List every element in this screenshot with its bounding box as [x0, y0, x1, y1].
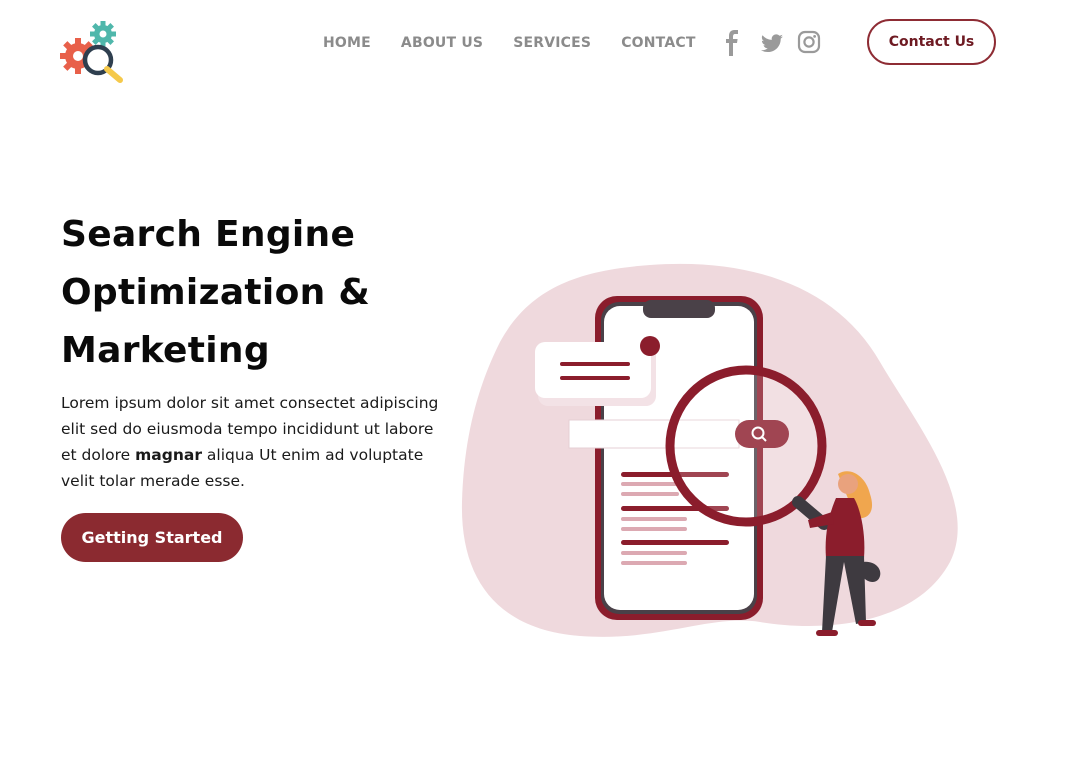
message-card — [535, 342, 651, 398]
social-links — [721, 30, 821, 56]
hero-description: Lorem ipsum dolor sit amet consectet adi… — [61, 390, 446, 494]
nav-services[interactable]: SERVICES — [513, 35, 591, 51]
facebook-icon[interactable] — [721, 30, 745, 56]
nav-about-us[interactable]: ABOUT US — [401, 35, 483, 51]
nav-home[interactable]: HOME — [323, 35, 371, 51]
nav-contact[interactable]: CONTACT — [621, 35, 695, 51]
notification-dot — [640, 336, 660, 356]
instagram-icon[interactable] — [797, 30, 821, 56]
hero-text-bold: magnar — [135, 446, 202, 464]
gears-magnifier-logo-icon[interactable] — [58, 18, 130, 88]
getting-started-button[interactable]: Getting Started — [61, 513, 243, 562]
twitter-icon[interactable] — [759, 30, 783, 56]
seo-illustration — [461, 263, 958, 637]
main-nav: HOME ABOUT US SERVICES CONTACT — [323, 35, 726, 51]
hero-title: Search Engine Optimization & Marketing — [61, 214, 371, 371]
contact-us-button[interactable]: Contact Us — [867, 19, 996, 65]
phone-notch — [643, 300, 715, 318]
